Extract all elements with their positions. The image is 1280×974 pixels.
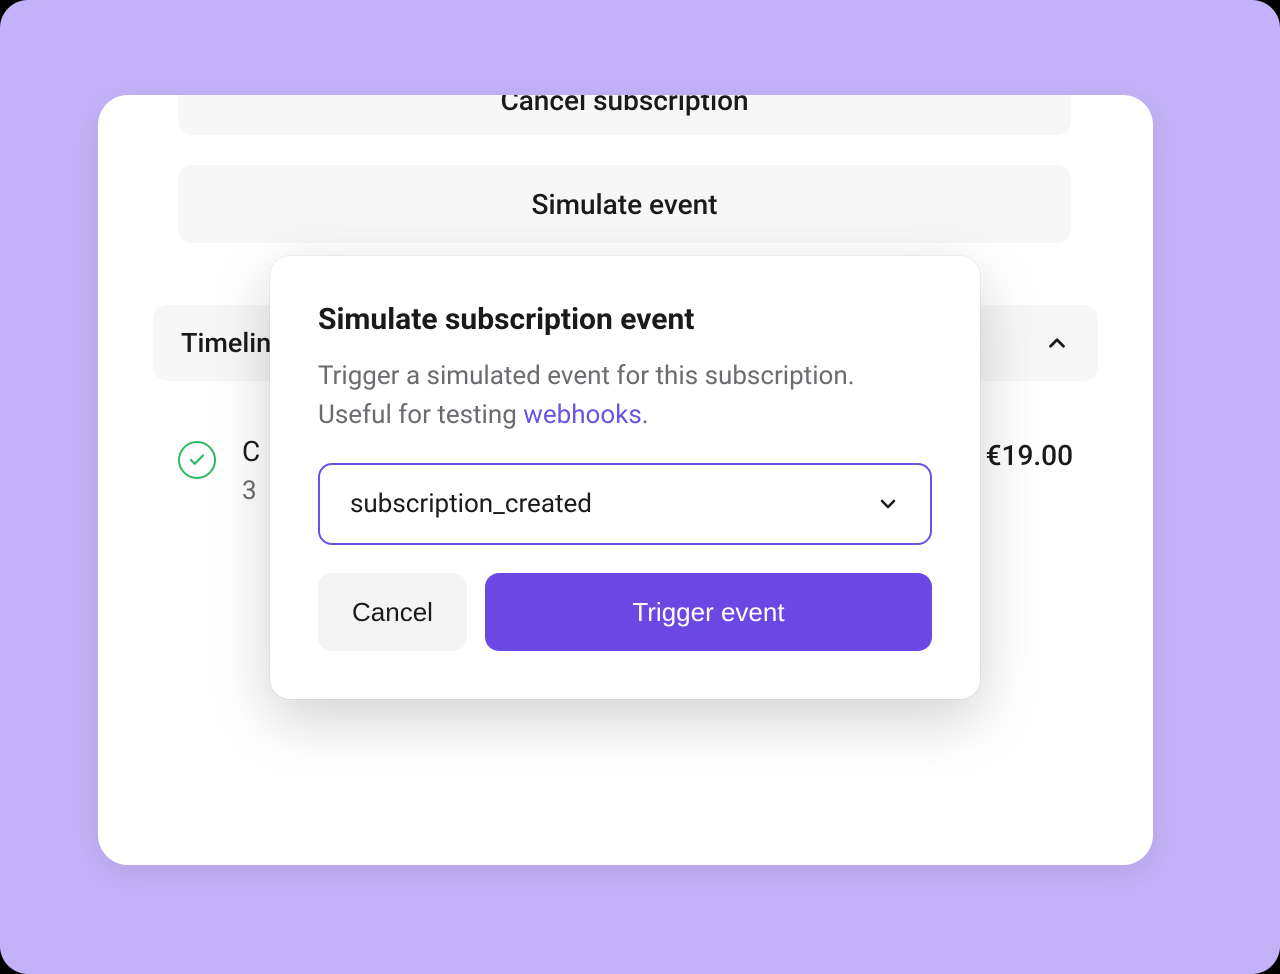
modal-title: Simulate subscription event bbox=[318, 302, 932, 337]
trigger-event-button[interactable]: Trigger event bbox=[485, 573, 932, 651]
simulate-event-label: Simulate event bbox=[531, 188, 717, 221]
check-circle-icon bbox=[178, 441, 216, 479]
simulate-event-modal: Simulate subscription event Trigger a si… bbox=[270, 256, 980, 699]
cancel-button-label: Cancel bbox=[352, 597, 433, 628]
cancel-button[interactable]: Cancel bbox=[318, 573, 467, 651]
timeline-item-subtitle: 3 bbox=[242, 476, 260, 506]
chevron-up-icon bbox=[1044, 330, 1070, 356]
cancel-subscription-button[interactable]: Cancel subscription bbox=[178, 95, 1071, 135]
timeline-item-title: C bbox=[242, 435, 260, 468]
event-type-select[interactable]: subscription_created bbox=[318, 463, 932, 545]
simulate-event-button[interactable]: Simulate event bbox=[178, 165, 1071, 243]
viewport-backdrop: Cancel subscription Simulate event Timel… bbox=[0, 0, 1280, 974]
chevron-down-icon bbox=[876, 492, 900, 516]
event-type-value: subscription_created bbox=[350, 489, 592, 519]
cancel-subscription-label: Cancel subscription bbox=[500, 95, 748, 117]
modal-description-suffix: . bbox=[642, 400, 649, 430]
timeline-item-text: C 3 bbox=[242, 435, 260, 506]
webhooks-link[interactable]: webhooks bbox=[523, 400, 642, 430]
timeline-item-price: €19.00 bbox=[986, 435, 1073, 472]
modal-description: Trigger a simulated event for this subsc… bbox=[318, 357, 932, 435]
trigger-event-label: Trigger event bbox=[632, 597, 784, 628]
modal-button-row: Cancel Trigger event bbox=[318, 573, 932, 651]
